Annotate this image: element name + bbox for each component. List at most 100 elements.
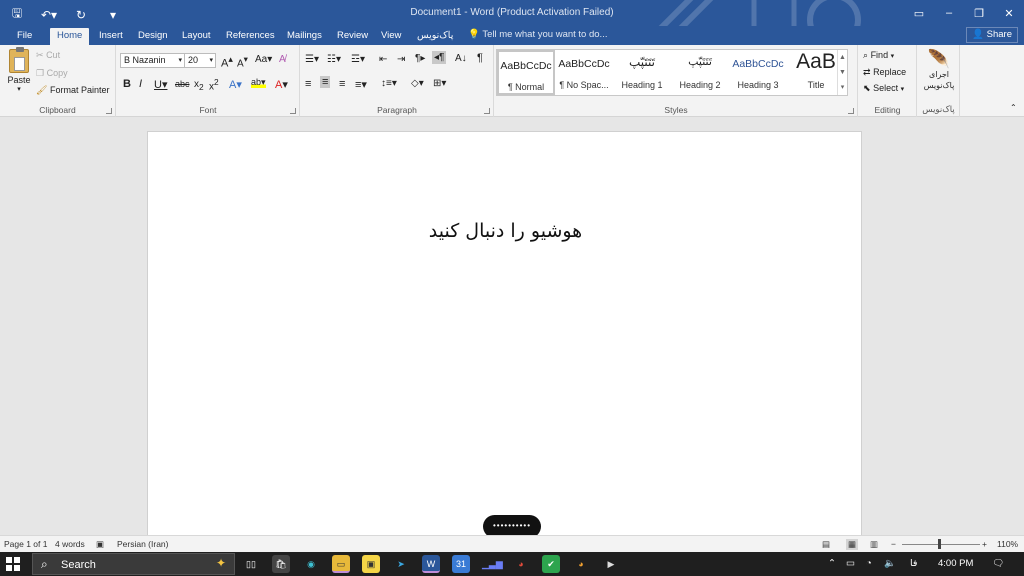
font-name-combo[interactable]: B Nazanin ▾ <box>120 53 185 68</box>
edge-icon[interactable]: ◉ <box>302 555 320 573</box>
close-icon[interactable]: ✕ <box>994 0 1024 26</box>
find-button[interactable]: ⌕ Find ▾ <box>863 50 894 61</box>
paste-button[interactable]: Paste ▾ <box>6 47 32 93</box>
decrease-indent-icon[interactable]: ⇤ <box>379 54 387 65</box>
format-painter-button[interactable]: 🖌 Format Painter <box>36 85 109 96</box>
sort-icon[interactable]: A↓ <box>455 53 467 64</box>
zoom-slider-track[interactable] <box>902 544 980 545</box>
document-page[interactable]: هوشیو را دنبال کنید <box>147 131 862 541</box>
style-no-spacing[interactable]: AaBbCcDc ¶ No Spac... <box>555 50 613 95</box>
align-center-icon[interactable]: ≡ <box>320 76 331 88</box>
style-normal[interactable]: AaBbCcDc ¶ Normal <box>497 50 555 95</box>
copy-button[interactable]: ❐ Copy <box>36 68 68 79</box>
more-styles-icon[interactable]: ▾ <box>838 80 847 95</box>
style-heading-2[interactable]: تَتَتَپّپ Heading 2 <box>671 50 729 95</box>
media-player-icon[interactable]: ▶ <box>602 555 620 573</box>
show-hidden-icons-icon[interactable]: ⌃ <box>828 558 836 569</box>
zoom-in-icon[interactable]: + <box>982 539 987 549</box>
security-app-icon[interactable]: ✔ <box>542 555 560 573</box>
underline-icon[interactable]: U▾ <box>154 78 167 91</box>
clipboard-launcher-icon[interactable] <box>106 108 112 114</box>
bold-icon[interactable]: B <box>123 78 131 90</box>
rtl-direction-icon[interactable]: ◂¶ <box>432 51 447 64</box>
text-effects-icon[interactable]: A▾ <box>229 78 242 91</box>
collapse-ribbon-icon[interactable]: ⌃ <box>1010 103 1017 112</box>
battery-icon[interactable]: ▭ <box>846 558 855 569</box>
tab-file[interactable]: File <box>10 28 39 45</box>
zoom-out-icon[interactable]: − <box>891 539 896 549</box>
page-count[interactable]: Page 1 of 1 <box>4 539 47 549</box>
font-launcher-icon[interactable] <box>290 108 296 114</box>
align-left-icon[interactable]: ≡ <box>305 78 311 90</box>
font-size-combo[interactable]: 20 ▾ <box>184 53 216 68</box>
language-indicator[interactable]: Persian (Iran) <box>117 539 169 549</box>
increase-indent-icon[interactable]: ⇥ <box>397 54 405 65</box>
tab-mailings[interactable]: Mailings <box>280 28 329 45</box>
tab-design[interactable]: Design <box>131 28 175 45</box>
ribbon-display-options-icon[interactable]: ▭ <box>904 0 934 26</box>
store-icon[interactable]: 🛍 <box>272 555 290 573</box>
tab-view[interactable]: View <box>374 28 408 45</box>
telegram-icon[interactable]: ➤ <box>392 555 410 573</box>
windows-start-icon[interactable] <box>5 556 21 572</box>
chrome-alt-icon[interactable]: ◕ <box>572 555 590 573</box>
minimize-icon[interactable]: – <box>934 0 964 26</box>
styles-scrollbar[interactable]: ▲ ▼ ▾ <box>837 50 847 95</box>
line-spacing-icon[interactable]: ↕≡▾ <box>381 78 397 89</box>
superscript-icon[interactable]: x2 <box>209 77 219 92</box>
input-language[interactable]: فا <box>910 558 917 569</box>
read-mode-icon[interactable]: ▤ <box>822 539 830 550</box>
tab-home[interactable]: Home <box>50 28 90 45</box>
task-view-icon[interactable]: ▯▯ <box>242 555 260 573</box>
cut-button[interactable]: ✂ Cut <box>36 50 60 61</box>
bullets-icon[interactable]: ☰▾ <box>305 54 319 65</box>
notifications-icon[interactable]: 🗨 <box>992 558 1004 569</box>
tab-references[interactable]: References <box>219 28 282 45</box>
maximize-icon[interactable]: ❐ <box>964 0 994 26</box>
calendar-icon[interactable]: 31 <box>452 555 470 573</box>
tell-me-box[interactable]: 💡 Tell me what you want to do... <box>468 29 607 40</box>
tab-review[interactable]: Review <box>330 28 375 45</box>
font-color-icon[interactable]: A▾ <box>275 78 288 91</box>
style-heading-3[interactable]: AaBbCcDc Heading 3 <box>729 50 787 95</box>
document-canvas[interactable]: هوشیو را دنبال کنید <box>0 118 1024 541</box>
ltr-direction-icon[interactable]: ¶▸ <box>415 53 425 64</box>
borders-icon[interactable]: ⊞▾ <box>433 78 446 89</box>
run-paknevis-button[interactable]: 🪶 اجرای پاک‌نویس <box>920 49 958 91</box>
chrome-icon[interactable]: ◕ <box>512 555 530 573</box>
style-heading-1[interactable]: تَتَتَپّپ Heading 1 <box>613 50 671 95</box>
align-right-icon[interactable]: ≡ <box>339 78 345 90</box>
zoom-slider-thumb[interactable] <box>938 539 941 549</box>
tab-insert[interactable]: Insert <box>92 28 130 45</box>
shading-icon[interactable]: ◇▾ <box>411 78 424 89</box>
web-layout-icon[interactable]: ▥ <box>870 539 878 550</box>
select-button[interactable]: ⬉ Select ▾ <box>863 83 904 94</box>
word-icon[interactable]: W <box>422 555 440 573</box>
chart-app-icon[interactable]: ▁▃▆ <box>482 555 503 573</box>
tab-layout[interactable]: Layout <box>175 28 218 45</box>
document-body-text[interactable]: هوشیو را دنبال کنید <box>148 220 863 242</box>
wifi-icon[interactable]: ◔ <box>866 558 872 569</box>
proofing-icon[interactable]: ▣ <box>96 539 104 550</box>
tab-paknevis[interactable]: پاک‌نویس <box>410 28 460 45</box>
replace-button[interactable]: ⇄ Replace <box>863 67 906 78</box>
multilevel-list-icon[interactable]: ☲▾ <box>351 54 365 65</box>
file-explorer-icon[interactable]: ▭ <box>332 555 350 573</box>
highlight-icon[interactable]: ab▾ <box>251 77 266 88</box>
volume-icon[interactable]: 🔈 <box>884 558 896 569</box>
zoom-level[interactable]: 110% <box>997 539 1018 549</box>
grow-font-icon[interactable]: A▴ <box>221 54 233 70</box>
chevron-down-icon[interactable]: ▼ <box>838 65 847 80</box>
italic-icon[interactable]: I <box>139 78 142 90</box>
justify-icon[interactable]: ≡▾ <box>355 78 367 91</box>
subscript-icon[interactable]: x2 <box>194 79 204 92</box>
sticky-notes-icon[interactable]: ▣ <box>362 555 380 573</box>
shrink-font-icon[interactable]: A▾ <box>237 54 248 69</box>
taskbar-search-box[interactable]: ⌕ Search ✦ <box>32 553 235 575</box>
chevron-up-icon[interactable]: ▲ <box>838 50 847 65</box>
clock[interactable]: 4:00 PM <box>938 558 973 569</box>
change-case-icon[interactable]: Aa▾ <box>255 54 272 65</box>
share-button[interactable]: 👤 Share <box>966 27 1018 43</box>
paragraph-launcher-icon[interactable] <box>484 108 490 114</box>
numbering-icon[interactable]: ☷▾ <box>327 54 341 65</box>
